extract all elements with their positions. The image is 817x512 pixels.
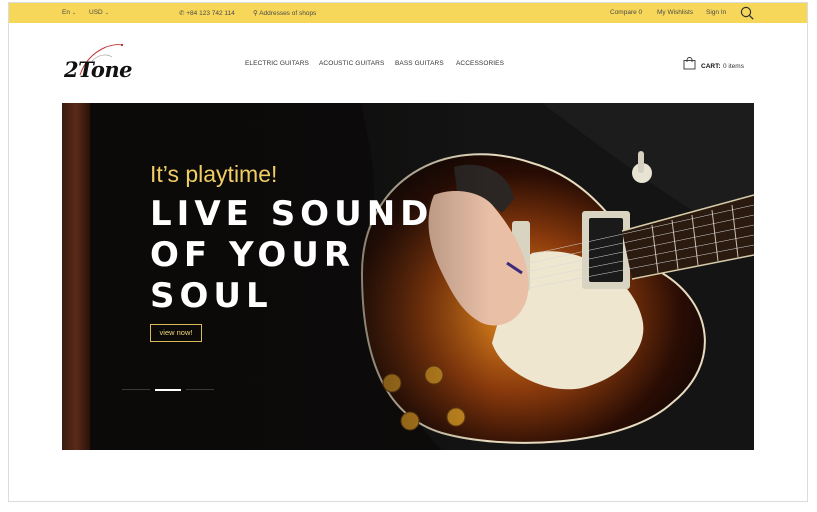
currency-selector[interactable]: USD ⌄: [89, 9, 109, 16]
top-bar: En ⌄ USD ⌄ ✆ +84 123 742 114 ⚲ Addresses o…: [9, 3, 807, 23]
shopping-bag-icon: [683, 57, 696, 70]
slider-dot-3[interactable]: [186, 389, 214, 390]
slider-dot-2[interactable]: [155, 389, 181, 391]
nav-electric-guitars[interactable]: ELECTRIC GUITARS: [245, 60, 309, 67]
logo-text: 2Tone: [64, 57, 132, 82]
hero-title: LIVE SOUND OF YOUR SOUL: [150, 194, 450, 317]
currency-value: USD: [89, 9, 103, 16]
page-frame: En ⌄ USD ⌄ ✆ +84 123 742 114 ⚲ Addresses o…: [8, 2, 808, 502]
hero-banner: It’s playtime! LIVE SOUND OF YOUR SOUL v…: [62, 103, 754, 450]
addresses-link[interactable]: ⚲ Addresses of shops: [253, 9, 316, 17]
language-selector[interactable]: En ⌄: [62, 9, 76, 16]
hero-kicker: It’s playtime!: [150, 161, 278, 187]
hero-title-line: SOUL: [150, 276, 273, 316]
cart-count: 0 items: [723, 63, 744, 70]
wishlist-link[interactable]: My Wishlists: [657, 9, 693, 16]
phone-number: +84 123 742 114: [186, 10, 235, 17]
slider-dot-1[interactable]: [122, 389, 150, 390]
search-icon[interactable]: [740, 6, 754, 20]
view-now-button[interactable]: view now!: [150, 324, 202, 342]
chevron-down-icon: ⌄: [104, 10, 109, 16]
cart-label: CART:: [701, 63, 721, 70]
addresses-label: Addresses of shops: [259, 10, 317, 17]
location-pin-icon: ⚲: [253, 10, 258, 17]
compare-link[interactable]: Compare 0: [610, 9, 642, 16]
hero-title-line: LIVE SOUND: [150, 194, 434, 234]
chevron-down-icon: ⌄: [71, 10, 77, 16]
sign-in-link[interactable]: Sign In: [706, 9, 726, 16]
language-value: En: [62, 9, 70, 16]
phone-icon: ✆: [179, 10, 185, 17]
nav-accessories[interactable]: ACCESSORIES: [456, 60, 504, 67]
site-logo[interactable]: 2Tone: [62, 41, 134, 82]
slider-pagination: [122, 389, 214, 391]
phone-link[interactable]: ✆ +84 123 742 114: [179, 9, 235, 17]
hero-title-line: OF YOUR: [150, 235, 356, 275]
nav-bass-guitars[interactable]: BASS GUITARS: [395, 60, 444, 67]
nav-acoustic-guitars[interactable]: ACOUSTIC GUITARS: [319, 60, 384, 67]
